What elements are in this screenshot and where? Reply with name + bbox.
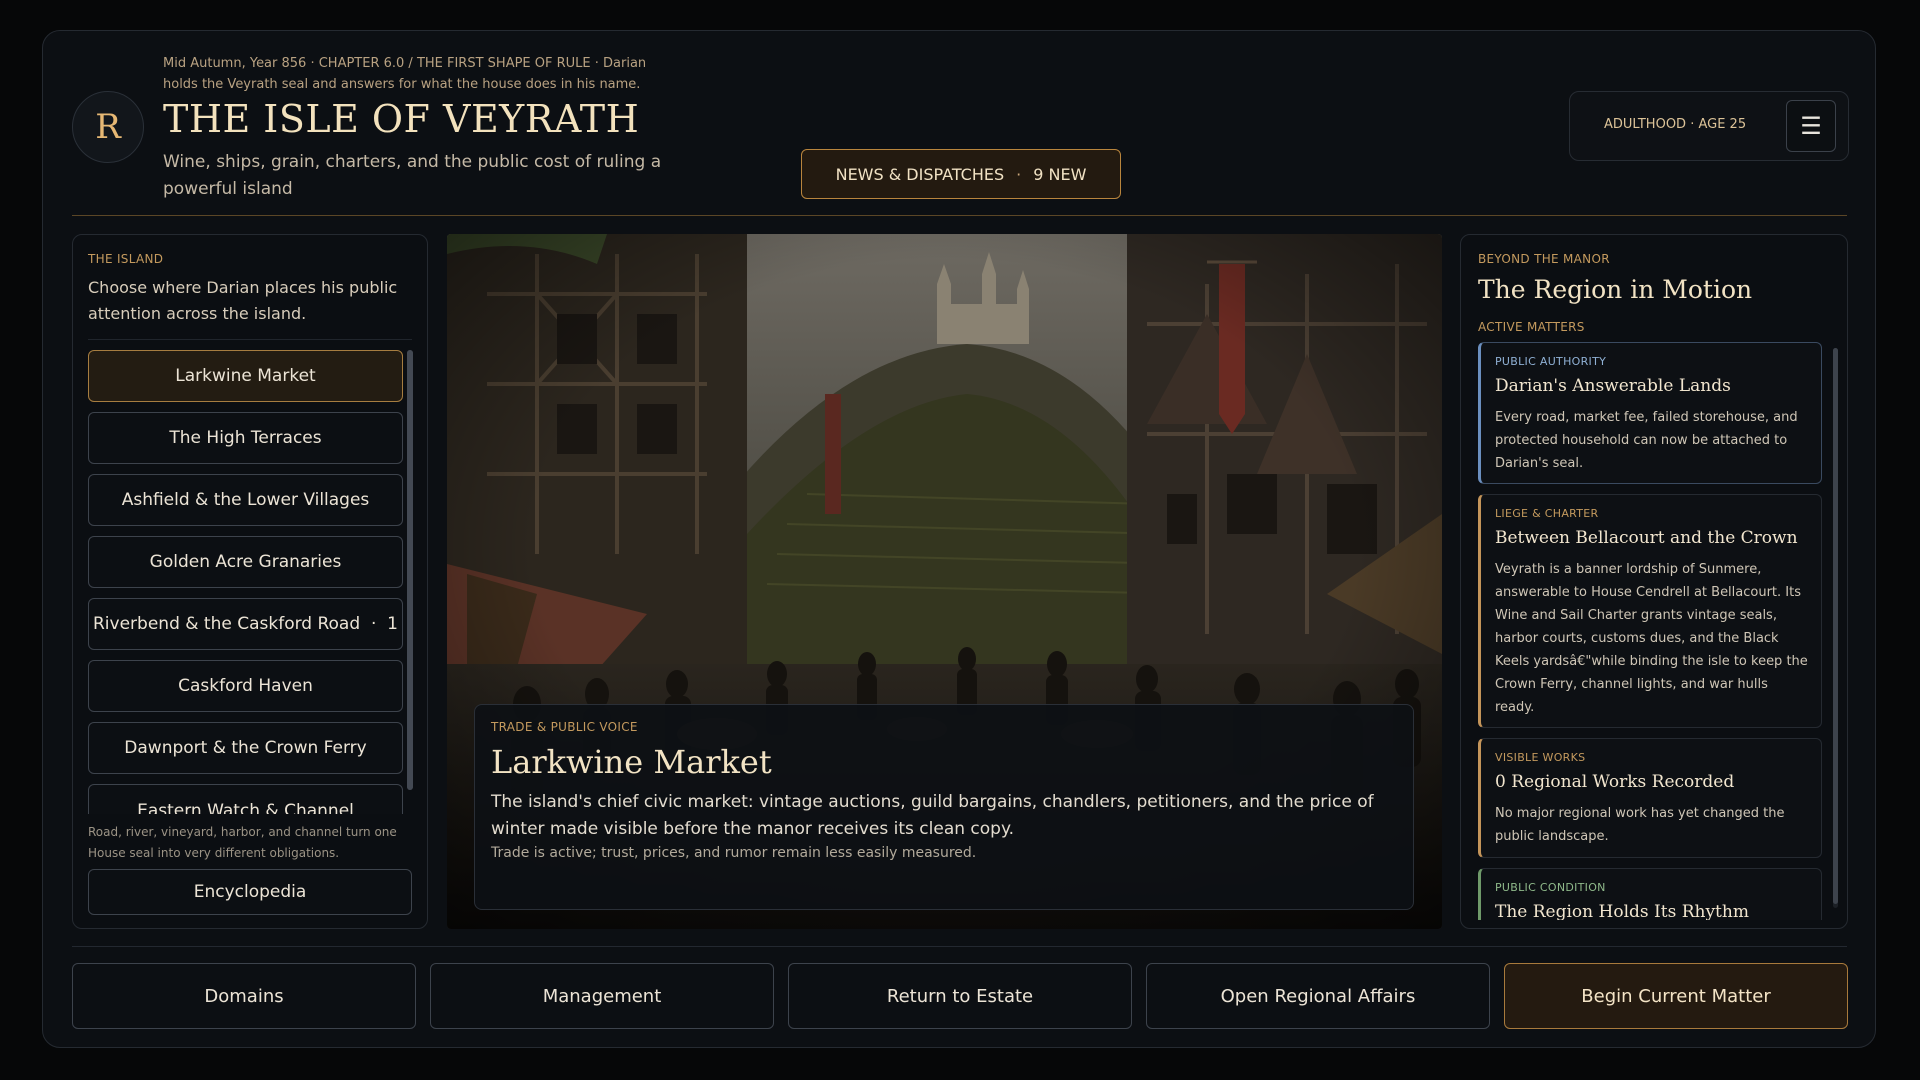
page-title: THE ISLE OF VEYRATH (163, 97, 640, 141)
return-to-estate-button[interactable]: Return to Estate (788, 963, 1132, 1029)
footer-divider (72, 946, 1847, 947)
location-category: TRADE & PUBLIC VOICE (491, 720, 638, 734)
market-scene-view: TRADE & PUBLIC VOICE Larkwine Market The… (447, 234, 1442, 929)
life-stage-box: ADULTHOOD · AGE 25 ☰ (1569, 91, 1849, 161)
island-panel: THE ISLAND Choose where Darian places hi… (72, 234, 428, 929)
region-panel-title: The Region in Motion (1478, 275, 1753, 304)
chapter-meta: Mid Autumn, Year 856 · CHAPTER 6.0 / THE… (163, 56, 647, 92)
matter-card-visible-works[interactable]: VISIBLE WORKS 0 Regional Works Recorded … (1478, 738, 1822, 858)
region-panel: BEYOND THE MANOR The Region in Motion AC… (1460, 234, 1848, 929)
matter-card-public-condition[interactable]: PUBLIC CONDITION The Region Holds Its Rh… (1478, 868, 1822, 920)
news-count-badge: 9 NEW (1033, 164, 1087, 184)
matter-body: No major regional work has yet changed t… (1495, 806, 1785, 844)
matter-title: Darian's Answerable Lands (1495, 376, 1731, 396)
location-dawnport[interactable]: Dawnport & the Crown Ferry (88, 722, 403, 774)
location-eastern-watch[interactable]: Eastern Watch & Channel (88, 784, 403, 814)
island-panel-divider (88, 339, 412, 340)
life-stage-label: ADULTHOOD · AGE 25 (1604, 117, 1747, 132)
matter-body: Veyrath is a banner lordship of Sunmere,… (1495, 562, 1808, 715)
location-riverbend[interactable]: Riverbend & the Caskford Road · 1 (88, 598, 403, 650)
domains-button[interactable]: Domains (72, 963, 416, 1029)
news-label: NEWS & DISPATCHES (835, 164, 1005, 184)
encyclopedia-button[interactable]: Encyclopedia (88, 869, 412, 915)
active-matters-scroll-thumb[interactable] (1833, 348, 1838, 904)
page-subtitle: Wine, ships, grain, charters, and the pu… (163, 152, 662, 199)
location-list-scroll-thumb[interactable] (407, 350, 413, 790)
matter-category: VISIBLE WORKS (1495, 751, 1586, 764)
matter-card-public-authority[interactable]: PUBLIC AUTHORITY Darian's Answerable Lan… (1478, 342, 1822, 484)
location-caskford-haven[interactable]: Caskford Haven (88, 660, 403, 712)
matter-title: The Region Holds Its Rhythm (1495, 902, 1749, 920)
management-button[interactable]: Management (430, 963, 774, 1029)
header-divider (72, 215, 1847, 216)
location-description: The island's chief civic market: vintage… (491, 792, 1374, 839)
hamburger-menu-icon: ☰ (1800, 112, 1822, 140)
active-matters-list: PUBLIC AUTHORITY Darian's Answerable Lan… (1478, 342, 1822, 920)
location-larkwine-market[interactable]: Larkwine Market (88, 350, 403, 402)
matter-category: PUBLIC CONDITION (1495, 881, 1606, 894)
news-separator: · (1016, 164, 1022, 184)
news-dispatches-button[interactable]: NEWS & DISPATCHES · 9 NEW (801, 149, 1121, 199)
island-panel-note: Road, river, vineyard, harbor, and chann… (88, 825, 397, 860)
matter-card-liege-charter[interactable]: LIEGE & CHARTER Between Bellacourt and t… (1478, 494, 1822, 728)
island-panel-description: Choose where Darian places his public at… (88, 278, 398, 323)
matter-title: Between Bellacourt and the Crown (1495, 528, 1798, 548)
open-regional-affairs-button[interactable]: Open Regional Affairs (1146, 963, 1490, 1029)
location-title: Larkwine Market (491, 743, 772, 781)
region-panel-label: BEYOND THE MANOR (1478, 252, 1610, 266)
active-matters-scrollbar[interactable] (1833, 348, 1838, 908)
game-frame: R Mid Autumn, Year 856 · CHAPTER 6.0 / T… (42, 30, 1876, 1048)
house-crest-icon: R (72, 91, 144, 163)
location-list: Larkwine Market The High Terraces Ashfie… (88, 350, 405, 814)
crest-letter: R (95, 107, 121, 147)
matter-category: LIEGE & CHARTER (1495, 507, 1599, 520)
location-detail-card: TRADE & PUBLIC VOICE Larkwine Market The… (474, 704, 1414, 910)
location-ashfield[interactable]: Ashfield & the Lower Villages (88, 474, 403, 526)
location-high-terraces[interactable]: The High Terraces (88, 412, 403, 464)
location-status: Trade is active; trust, prices, and rumo… (491, 845, 977, 861)
location-golden-acre[interactable]: Golden Acre Granaries (88, 536, 403, 588)
active-matters-label: ACTIVE MATTERS (1478, 320, 1585, 334)
island-panel-label: THE ISLAND (88, 252, 164, 266)
menu-button[interactable]: ☰ (1786, 100, 1836, 152)
matter-body: Every road, market fee, failed storehous… (1495, 410, 1798, 471)
begin-current-matter-button[interactable]: Begin Current Matter (1504, 963, 1848, 1029)
matter-category: PUBLIC AUTHORITY (1495, 355, 1607, 368)
location-list-scrollbar[interactable] (407, 350, 413, 790)
matter-title: 0 Regional Works Recorded (1495, 772, 1735, 792)
